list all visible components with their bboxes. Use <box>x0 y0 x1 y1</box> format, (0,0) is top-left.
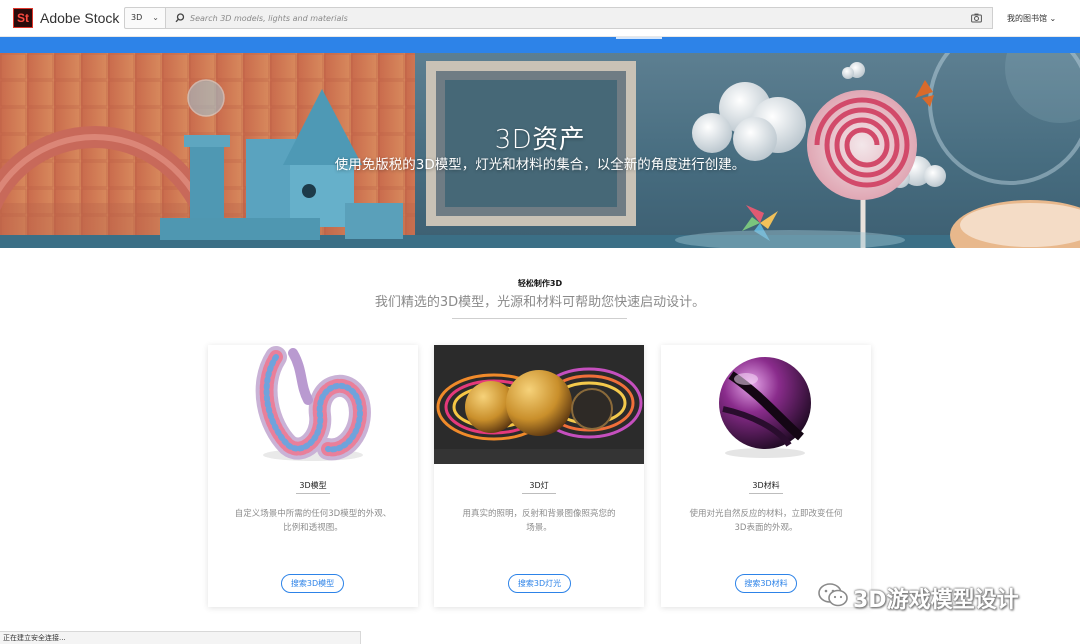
wechat-icon <box>818 583 848 607</box>
card-description-line: 用真实的照明，反射和背景图像照亮您的 <box>462 509 616 519</box>
light-spheres-image <box>434 345 644 464</box>
card-description-line: 比例和透视图。 <box>283 523 343 533</box>
card-description: 使用对光自然反应的材料，立即改变任何 3D表面的外观。 <box>679 507 853 535</box>
search-icon[interactable] <box>175 13 185 23</box>
section-kicker: 轻松制作3D <box>517 279 563 288</box>
card-3d-materials[interactable]: 3D材料 使用对光自然反应的材料，立即改变任何 3D表面的外观。 搜索3D材料 <box>661 345 871 607</box>
material-sphere-image <box>719 357 811 458</box>
card-image-3d-material[interactable] <box>661 345 871 464</box>
card-description: 用真实的照明，反射和背景图像照亮您的 场景。 <box>452 507 626 535</box>
blue-navigation-strip <box>0 37 1080 53</box>
hero-banner: 3D资产 使用免版税的3D模型，灯光和材料的集合，以全新的角度进行创建。 <box>0 53 1080 248</box>
card-description-line: 使用对光自然反应的材料，立即改变任何 <box>689 509 843 519</box>
card-title: 3D模型 <box>299 481 327 490</box>
chevron-down-icon: ⌄ <box>152 13 159 22</box>
card-title: 3D灯 <box>529 481 549 490</box>
active-tab-indicator <box>616 37 662 39</box>
card-title-underline <box>749 493 783 494</box>
card-3d-models[interactable]: 3D模型 自定义场景中所需的任何3D模型的外观、 比例和透视图。 搜索3D模型 <box>208 345 418 607</box>
section-divider <box>452 318 627 319</box>
my-library-menu[interactable]: 我的图书馆 ⌄ <box>1007 13 1056 24</box>
search-input[interactable] <box>190 11 950 26</box>
search-3d-lights-button[interactable]: 搜索3D灯光 <box>508 574 571 593</box>
card-description-line: 自定义场景中所需的任何3D模型的外观、 <box>234 509 392 519</box>
watermark-text: 3D游戏模型设计 <box>853 588 1019 613</box>
browser-status-bar: 正在建立安全连接... <box>0 631 361 644</box>
card-description-line: 场景。 <box>526 523 552 533</box>
card-image-3d-model[interactable] <box>208 345 418 464</box>
brand-name[interactable]: Adobe Stock <box>40 10 119 26</box>
asset-type-value: 3D <box>131 13 143 22</box>
my-library-label: 我的图书馆 <box>1007 14 1047 23</box>
ribbon-model-image <box>255 346 371 461</box>
top-navigation-bar: St Adobe Stock 3D ⌄ 我的图书馆 ⌄ <box>0 0 1080 37</box>
hero-subtitle: 使用免版税的3D模型，灯光和材料的集合，以全新的角度进行创建。 <box>334 157 746 173</box>
search-3d-materials-button[interactable]: 搜索3D材料 <box>735 574 797 593</box>
hero-title: 3D资产 <box>494 125 586 155</box>
card-title-underline <box>296 493 330 494</box>
adobe-stock-logo[interactable]: St <box>13 8 33 28</box>
card-description-line: 3D表面的外观。 <box>734 523 798 533</box>
card-description: 自定义场景中所需的任何3D模型的外观、 比例和透视图。 <box>226 507 400 535</box>
card-3d-lights[interactable]: 3D灯 用真实的照明，反射和背景图像照亮您的 场景。 搜索3D灯光 <box>434 345 644 607</box>
card-image-3d-light[interactable] <box>434 345 644 464</box>
chevron-down-icon: ⌄ <box>1049 14 1057 23</box>
card-title: 3D材料 <box>752 481 780 490</box>
search-3d-models-button[interactable]: 搜索3D模型 <box>281 574 344 593</box>
card-title-underline <box>522 493 556 494</box>
asset-type-dropdown[interactable]: 3D ⌄ <box>124 7 166 29</box>
search-bar <box>166 7 993 29</box>
camera-icon[interactable] <box>971 13 982 23</box>
section-intro-text: 我们精选的3D模型，光源和材料可帮助您快速启动设计。 <box>374 295 706 310</box>
